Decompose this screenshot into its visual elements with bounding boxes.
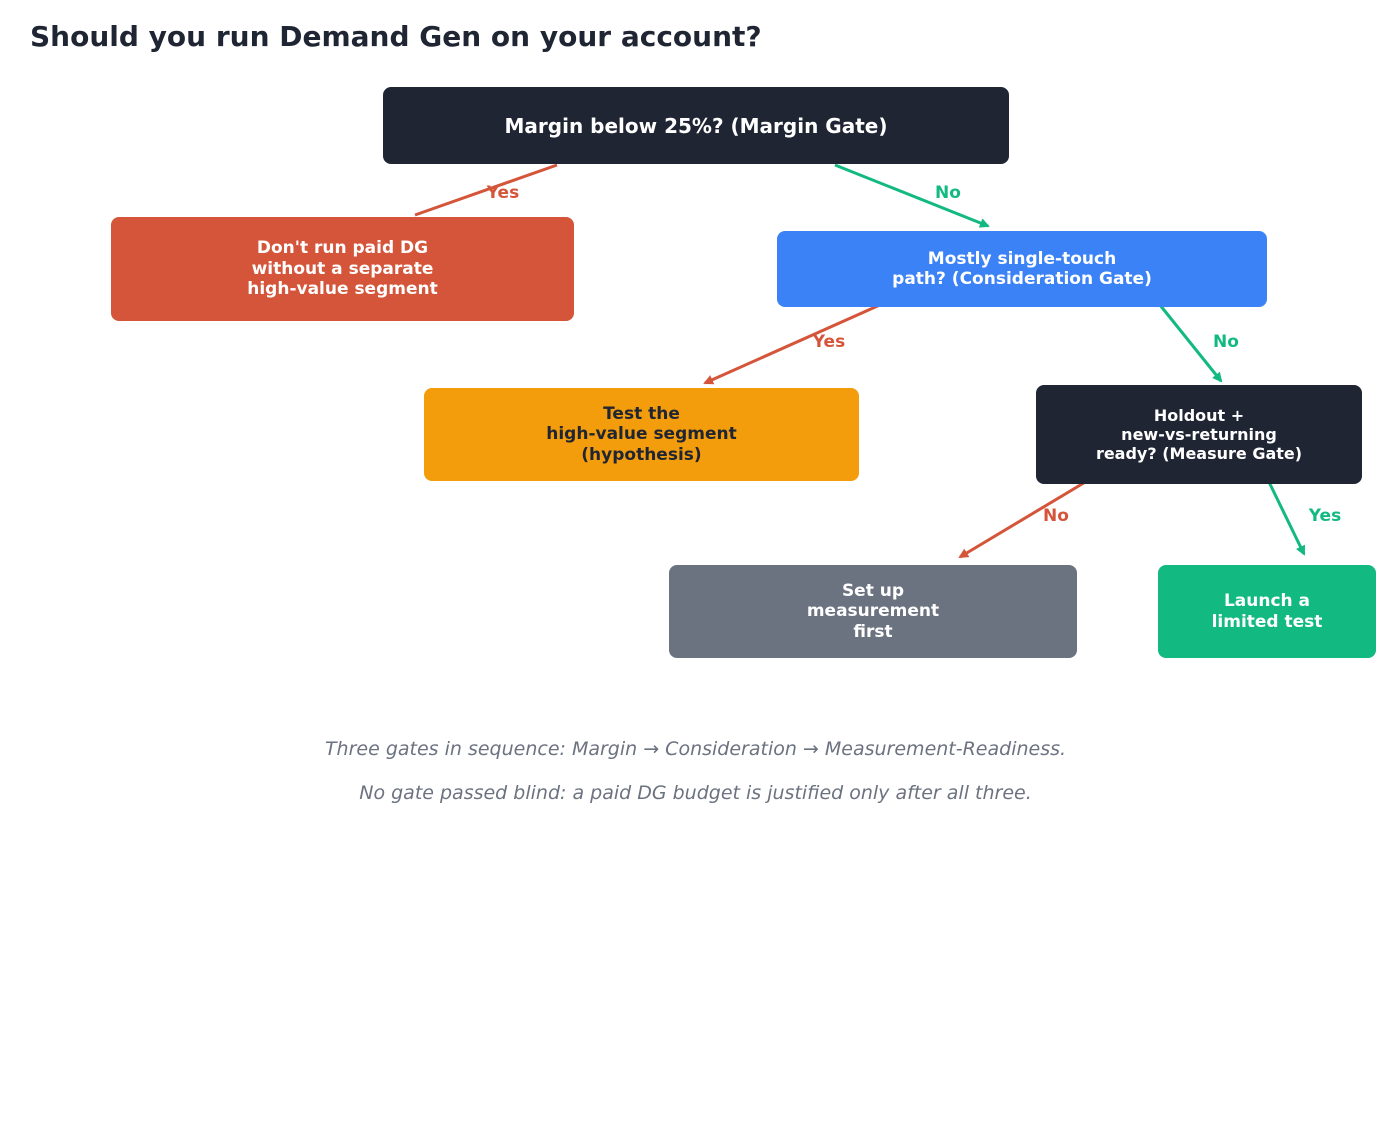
edge-label-margin-yes: Yes: [486, 183, 520, 203]
edge-label-measure-yes: Yes: [1308, 506, 1342, 526]
flowchart-canvas: Should you run Demand Gen on your accoun…: [0, 0, 1391, 1135]
edge-consideration-yes: [703, 302, 883, 385]
node-margin-gate: Margin below 25%? (Margin Gate): [383, 87, 1009, 164]
caption-line-1: Three gates in sequence: Margin → Consid…: [324, 738, 1067, 760]
edge-label-margin-no: No: [935, 183, 961, 203]
node-setup-measurement: Set up measurement first: [669, 565, 1077, 658]
node-test-segment: Test the high-value segment (hypothesis): [424, 388, 859, 481]
edge-measure-yes: [1267, 481, 1306, 556]
edge-label-consideration-no: No: [1213, 332, 1239, 352]
node-consideration-gate: Mostly single-touch path? (Consideration…: [777, 231, 1267, 307]
node-dont-run: Don't run paid DG without a separate hig…: [111, 217, 574, 321]
node-launch-test: Launch a limited test: [1158, 565, 1376, 658]
caption-line-2: No gate passed blind: a paid DG budget i…: [359, 782, 1032, 804]
edge-label-consideration-yes: Yes: [812, 332, 846, 352]
edge-consideration-no: [1158, 304, 1223, 383]
edge-margin-no: [834, 163, 990, 228]
node-measure-gate: Holdout + new-vs-returning ready? (Measu…: [1036, 385, 1362, 484]
edge-label-measure-no: No: [1043, 506, 1069, 526]
